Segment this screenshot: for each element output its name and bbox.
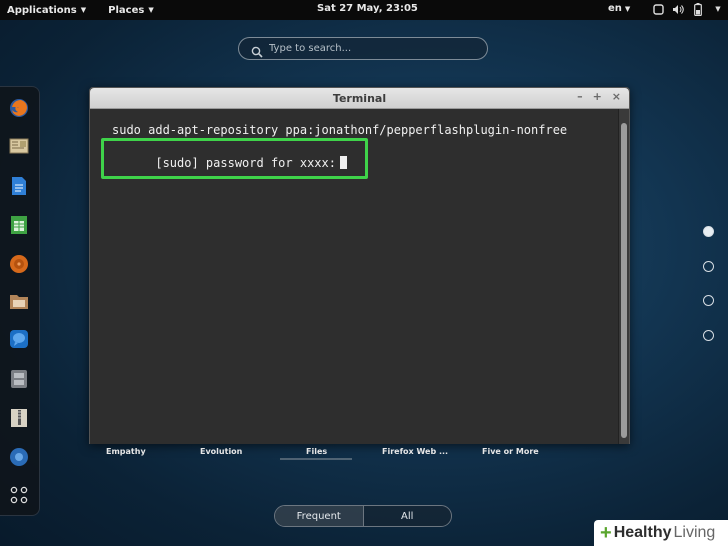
- top-bar: Applications ▼ Places ▼ Sat 27 May, 23:0…: [0, 0, 728, 20]
- dash-sidebar: [0, 86, 40, 516]
- chat-launcher[interactable]: [8, 328, 30, 350]
- search-icon: [251, 43, 263, 58]
- spreadsheet-launcher[interactable]: [8, 214, 30, 236]
- chevron-down-icon: ▼: [148, 6, 154, 14]
- show-apps-icon: [10, 486, 28, 504]
- app-label-five-or-more[interactable]: Five or More: [482, 447, 539, 456]
- help-launcher[interactable]: [8, 446, 30, 468]
- music-icon: [10, 255, 28, 273]
- page-dot-3[interactable]: [703, 295, 714, 306]
- app-label-files[interactable]: Files: [306, 447, 327, 456]
- applications-menu[interactable]: Applications ▼: [0, 5, 93, 16]
- documents-launcher[interactable]: [8, 175, 30, 197]
- chevron-down-icon: ▼: [715, 5, 721, 13]
- search-input[interactable]: [269, 43, 469, 54]
- disk-launcher[interactable]: [8, 368, 30, 390]
- minimize-icon[interactable]: –: [577, 90, 583, 103]
- page-dot-1[interactable]: [703, 226, 714, 237]
- page-dot-2[interactable]: [703, 261, 714, 272]
- chevron-down-icon: ▼: [624, 4, 631, 13]
- window-titlebar[interactable]: Terminal – + ×: [90, 88, 629, 109]
- app-label-firefox[interactable]: Firefox Web ...: [382, 447, 448, 456]
- screen-icon: [652, 2, 664, 16]
- firefox-launcher[interactable]: [8, 97, 30, 119]
- terminal-output[interactable]: sudo add-apt-repository ppa:jonathonf/pe…: [90, 109, 620, 444]
- maximize-icon[interactable]: +: [593, 90, 602, 103]
- chat-icon: [10, 330, 28, 348]
- mail-icon: [9, 138, 29, 154]
- archive-icon: [11, 409, 27, 427]
- language-label: en: [608, 3, 622, 14]
- language-selector[interactable]: en ▼: [608, 3, 630, 14]
- watermark-living: Living: [673, 524, 716, 541]
- watermark-healthy: Healthy: [613, 524, 672, 541]
- terminal-window[interactable]: Terminal – + × sudo add-apt-repository p…: [89, 87, 630, 444]
- app-label-empathy[interactable]: Empathy: [106, 447, 146, 456]
- volume-icon: [672, 2, 684, 16]
- clock[interactable]: Sat 27 May, 23:05: [317, 3, 418, 14]
- show-apps-button[interactable]: [8, 484, 30, 506]
- frequent-tab[interactable]: Frequent: [275, 506, 363, 526]
- page-dot-4[interactable]: [703, 330, 714, 341]
- music-launcher[interactable]: [8, 253, 30, 275]
- help-icon: [10, 448, 28, 466]
- command-line: sudo add-apt-repository ppa:jonathonf/pe…: [112, 123, 568, 137]
- disk-icon: [11, 370, 27, 388]
- applications-label: Applications: [7, 4, 77, 16]
- search-box[interactable]: [238, 37, 488, 60]
- all-tab[interactable]: All: [362, 506, 451, 526]
- terminal-scrollbar[interactable]: [618, 109, 629, 444]
- chevron-down-icon: ▼: [80, 6, 87, 14]
- places-label: Places: [108, 4, 145, 16]
- app-label-evolution[interactable]: Evolution: [200, 447, 242, 456]
- mail-launcher[interactable]: [8, 135, 30, 157]
- firefox-icon: [10, 99, 28, 117]
- view-selector: Frequent All: [274, 505, 452, 527]
- files-selection-indicator: [280, 458, 352, 460]
- system-menu[interactable]: ▼: [652, 2, 724, 16]
- files-launcher[interactable]: [8, 290, 30, 312]
- places-menu[interactable]: Places ▼: [101, 5, 161, 16]
- battery-icon: [692, 2, 704, 16]
- documents-icon: [12, 177, 26, 195]
- watermark-logo: + Healthy Living: [594, 520, 728, 546]
- highlight-box: [101, 138, 368, 179]
- scrollbar-thumb[interactable]: [621, 123, 627, 438]
- close-icon[interactable]: ×: [612, 90, 621, 103]
- plus-icon: +: [600, 522, 612, 544]
- window-title: Terminal: [332, 92, 387, 105]
- spreadsheet-icon: [11, 216, 27, 234]
- archive-launcher[interactable]: [8, 407, 30, 429]
- files-icon: [10, 295, 28, 309]
